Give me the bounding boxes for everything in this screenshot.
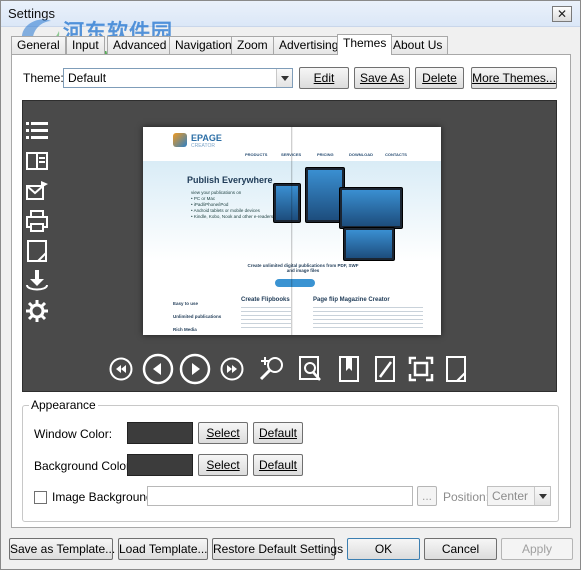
- book-list-item: Easy to use: [173, 301, 199, 306]
- print-icon: [26, 210, 48, 232]
- window-color-default-label: Default: [258, 426, 298, 440]
- position-label: Position:: [443, 490, 490, 504]
- themes-panel: Theme: Default Edit Save As Delete More …: [11, 54, 571, 528]
- delete-theme-label: Delete: [422, 71, 457, 85]
- book-hero-title: Publish Everywhere: [187, 175, 273, 185]
- edit-theme-label: Edit: [313, 71, 335, 85]
- zoom-in-icon[interactable]: [258, 355, 286, 383]
- book-center-caption: Create unlimited digital publications fr…: [247, 263, 359, 273]
- previous-page-icon[interactable]: [142, 353, 174, 385]
- tab-navigation[interactable]: Navigation: [169, 36, 238, 54]
- device-tablet-landscape-icon: [343, 227, 395, 261]
- book-logo-text: EPAGE: [191, 133, 222, 143]
- settings-window: Settings ✕ 河东软件园 www.pc0359.cn General I…: [0, 0, 581, 570]
- tab-general[interactable]: General: [11, 36, 66, 54]
- download-icon: [26, 270, 48, 291]
- book-right-section-title: Page flip Magazine Creator: [313, 297, 390, 303]
- book-cta-button: [275, 279, 315, 287]
- book-nav-item: PRICING: [317, 152, 334, 157]
- window-color-label: Window Color:: [34, 427, 113, 441]
- book-list-item: Rich Media: [173, 327, 197, 332]
- tab-input[interactable]: Input: [66, 36, 105, 54]
- book-text-block: [313, 307, 423, 331]
- window-title: Settings: [8, 6, 55, 21]
- theme-select[interactable]: Default: [63, 68, 293, 88]
- book-hero-subtitle: view your publications on • PC or Mac • …: [191, 190, 274, 219]
- background-color-select-button[interactable]: Select: [198, 454, 248, 476]
- book-text-block: [241, 307, 291, 331]
- book-spine: [291, 127, 293, 335]
- table-of-contents-icon: [26, 122, 48, 139]
- next-page-icon[interactable]: [179, 353, 211, 385]
- preview-book: EPAGE CREATOR PRODUCTS SERVICES PRICING …: [143, 127, 441, 335]
- background-color-default-label: Default: [258, 458, 298, 472]
- settings-gear-icon: [26, 300, 48, 322]
- background-color-default-button[interactable]: Default: [253, 454, 303, 476]
- first-page-icon[interactable]: [109, 357, 133, 381]
- chevron-down-icon[interactable]: [534, 487, 550, 505]
- window-color-default-button[interactable]: Default: [253, 422, 303, 444]
- tab-zoom[interactable]: Zoom: [231, 36, 274, 54]
- window-color-select-button[interactable]: Select: [198, 422, 248, 444]
- title-bar: Settings ✕: [1, 1, 580, 27]
- background-color-select-label: Select: [206, 458, 240, 472]
- edit-icon[interactable]: [374, 355, 396, 383]
- search-icon[interactable]: [298, 355, 324, 383]
- preview-sidebar: [25, 119, 51, 329]
- fullscreen-icon[interactable]: [408, 355, 434, 383]
- delete-theme-button[interactable]: Delete: [415, 67, 464, 89]
- book-left-section-title: Create Flipbooks: [241, 297, 290, 303]
- window-color-swatch[interactable]: [127, 422, 193, 444]
- edit-theme-button[interactable]: Edit: [299, 67, 349, 89]
- image-background-path-input[interactable]: [147, 486, 413, 506]
- bookmark-icon[interactable]: [338, 355, 360, 383]
- window-color-select-label: Select: [206, 426, 240, 440]
- ok-button[interactable]: OK: [347, 538, 420, 560]
- save-as-theme-label: Save As: [359, 71, 405, 85]
- book-nav-item: PRODUCTS: [245, 152, 268, 157]
- more-themes-button[interactable]: More Themes...: [471, 67, 557, 89]
- tab-themes[interactable]: Themes: [337, 34, 393, 55]
- notes-icon: [27, 240, 47, 262]
- save-as-template-button[interactable]: Save as Template...: [9, 538, 115, 560]
- book-list-item: Unlimited publications: [173, 314, 222, 319]
- book-nav-item: CONTACTS: [385, 152, 407, 157]
- browse-image-button[interactable]: ...: [417, 486, 437, 506]
- theme-label: Theme:: [23, 71, 64, 85]
- close-button[interactable]: ✕: [552, 6, 572, 22]
- book-feature-list: Easy to use Unlimited publications Rich …: [173, 297, 235, 335]
- tab-advanced[interactable]: Advanced: [107, 36, 173, 54]
- book-nav-item: DOWNLOAD: [349, 152, 373, 157]
- theme-preview: EPAGE CREATOR PRODUCTS SERVICES PRICING …: [22, 100, 557, 392]
- theme-select-value: Default: [68, 71, 107, 85]
- appearance-group: Appearance Window Color: Select Default …: [22, 398, 559, 522]
- cancel-button[interactable]: Cancel: [424, 538, 497, 560]
- more-themes-label: More Themes...: [472, 71, 556, 85]
- save-as-theme-button[interactable]: Save As: [354, 67, 410, 89]
- share-email-icon: [26, 181, 48, 200]
- device-phone-icon: [273, 183, 301, 223]
- appearance-legend: Appearance: [29, 398, 98, 412]
- background-color-swatch[interactable]: [127, 454, 193, 476]
- load-template-button[interactable]: Load Template...: [118, 538, 208, 560]
- tab-advertising[interactable]: Advertising: [273, 36, 345, 54]
- thumbnails-icon: [26, 152, 48, 170]
- restore-default-settings-button[interactable]: Restore Default Settings: [212, 538, 343, 560]
- device-monitor-icon: [339, 187, 403, 229]
- chevron-down-icon[interactable]: [276, 69, 292, 87]
- tab-about-us[interactable]: About Us: [387, 36, 449, 54]
- background-color-label: Background Color:: [34, 459, 134, 473]
- position-select-value: Center: [492, 489, 529, 503]
- image-background-label: Image Background:: [52, 490, 157, 504]
- last-page-icon[interactable]: [220, 357, 244, 381]
- help-icon[interactable]: [445, 355, 467, 383]
- image-background-checkbox[interactable]: [34, 491, 47, 504]
- position-select[interactable]: Center: [487, 486, 551, 506]
- apply-button[interactable]: Apply: [501, 538, 573, 560]
- book-logo-icon: [173, 133, 187, 147]
- book-logo-sub: CREATOR: [191, 143, 215, 149]
